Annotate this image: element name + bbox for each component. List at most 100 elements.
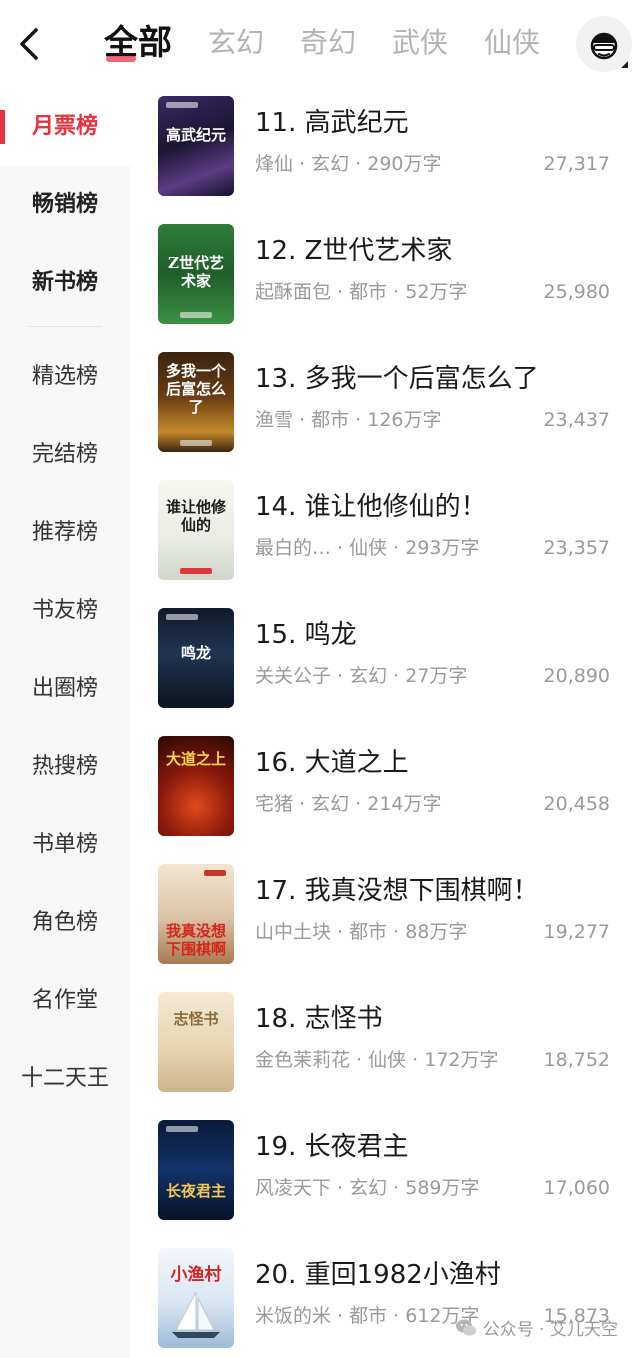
publisher-logo xyxy=(166,1126,198,1132)
sidebar-item-new-books[interactable]: 新书榜 xyxy=(0,244,130,322)
sidebar-item-label: 十二天王 xyxy=(20,1066,109,1091)
tab-wuxia[interactable]: 武侠 xyxy=(392,18,448,68)
book-meta: 烽仙 · 玄幻 · 290万字 xyxy=(255,153,442,175)
book-title[interactable]: 12. Z世代艺术家 xyxy=(255,234,452,268)
sidebar-divider xyxy=(28,326,102,327)
tab-all[interactable]: 全部 xyxy=(104,18,172,68)
sidebar-item-label: 出圈榜 xyxy=(31,676,98,701)
book-row[interactable]: 我真没想下围棋啊 17. 我真没想下围棋啊！ 山中土块 · 都市 · 88万字 … xyxy=(130,860,640,988)
cover-title: 鸣龙 xyxy=(180,644,211,662)
book-row[interactable]: 大道之上 16. 大道之上 宅猪 · 玄幻 · 214万字 20,458 xyxy=(130,732,640,860)
publisher-logo xyxy=(180,568,212,574)
monthly-ticket-count: 27,317 xyxy=(543,153,610,175)
monthly-ticket-count: 23,437 xyxy=(543,409,610,431)
sidebar-item-label: 精选榜 xyxy=(31,364,98,389)
tab-qihuan[interactable]: 奇幻 xyxy=(300,18,356,68)
book-cover[interactable]: 鸣龙 xyxy=(158,608,234,708)
book-cover[interactable]: 大道之上 xyxy=(158,736,234,836)
user-avatar-button[interactable] xyxy=(576,16,632,72)
book-ranking-list: 高武纪元 11. 高武纪元 烽仙 · 玄幻 · 290万字 27,317 Z世代… xyxy=(130,88,640,1358)
cover-title: 长夜君主 xyxy=(165,1182,226,1200)
book-meta: 风凌天下 · 玄幻 · 589万字 xyxy=(255,1177,480,1199)
sidebar-item-label: 畅销榜 xyxy=(31,192,98,217)
book-row[interactable]: 多我一个后富怎么了 13. 多我一个后富怎么了 渔雪 · 都市 · 126万字 … xyxy=(130,348,640,476)
cover-title: 我真没想下围棋啊 xyxy=(165,922,226,958)
book-meta: 米饭的米 · 都市 · 612万字 xyxy=(255,1305,480,1327)
book-cover[interactable]: 长夜君主 xyxy=(158,1120,234,1220)
book-title[interactable]: 15. 鸣龙 xyxy=(255,618,357,652)
book-title[interactable]: 20. 重回1982小渔村 xyxy=(255,1258,501,1292)
sailboat-illustration xyxy=(172,1291,220,1338)
book-title[interactable]: 19. 长夜君主 xyxy=(255,1130,409,1164)
sidebar-item-characters[interactable]: 角色榜 xyxy=(0,884,130,962)
book-cover[interactable]: 我真没想下围棋啊 xyxy=(158,864,234,964)
user-avatar-icon xyxy=(590,32,618,60)
sidebar-item-recommended[interactable]: 推荐榜 xyxy=(0,494,130,572)
book-meta: 宅猪 · 玄幻 · 214万字 xyxy=(255,793,442,815)
book-row[interactable]: 高武纪元 11. 高武纪元 烽仙 · 玄幻 · 290万字 27,317 xyxy=(130,92,640,220)
monthly-ticket-count: 17,060 xyxy=(543,1177,610,1199)
sidebar-item-breakout[interactable]: 出圈榜 xyxy=(0,650,130,728)
watermark-text: 公众号 · 艾儿天空 xyxy=(482,1320,618,1340)
sidebar-item-reader-friends[interactable]: 书友榜 xyxy=(0,572,130,650)
book-title[interactable]: 17. 我真没想下围棋啊！ xyxy=(255,874,539,908)
book-cover[interactable]: 小渔村 xyxy=(158,1248,234,1348)
avatar-corner-mark xyxy=(621,54,628,68)
book-cover[interactable]: 多我一个后富怎么了 xyxy=(158,352,234,452)
book-meta: 最白的… · 仙侠 · 293万字 xyxy=(255,537,480,559)
book-title[interactable]: 11. 高武纪元 xyxy=(255,106,409,140)
book-title[interactable]: 14. 谁让他修仙的！ xyxy=(255,490,487,524)
cover-title: 多我一个后富怎么了 xyxy=(165,362,226,416)
sidebar-item-bestseller[interactable]: 畅销榜 xyxy=(0,166,130,244)
ranking-sidebar: 月票榜 畅销榜 新书榜 精选榜 完结榜 推荐榜 书友榜 出圈榜 热搜榜 书单榜 … xyxy=(0,88,130,1358)
book-row[interactable]: Z世代艺术家 12. Z世代艺术家 起酥面包 · 都市 · 52万字 25,98… xyxy=(130,220,640,348)
publisher-logo xyxy=(204,870,226,876)
book-meta: 山中土块 · 都市 · 88万字 xyxy=(255,921,468,943)
sidebar-item-booklist[interactable]: 书单榜 xyxy=(0,806,130,884)
monthly-ticket-count: 19,277 xyxy=(543,921,610,943)
cover-title: Z世代艺术家 xyxy=(168,254,224,290)
top-header: 全部 玄幻 奇幻 武侠 仙侠 xyxy=(0,0,640,88)
sidebar-item-label: 名作堂 xyxy=(31,988,98,1013)
sidebar-item-hot-search[interactable]: 热搜榜 xyxy=(0,728,130,806)
book-cover[interactable]: Z世代艺术家 xyxy=(158,224,234,324)
tab-label: 仙侠 xyxy=(484,26,541,59)
book-row[interactable]: 志怪书 18. 志怪书 金色茉莉花 · 仙侠 · 172万字 18,752 xyxy=(130,988,640,1116)
book-row[interactable]: 谁让他修仙的 14. 谁让他修仙的！ 最白的… · 仙侠 · 293万字 23,… xyxy=(130,476,640,604)
tab-xianxia[interactable]: 仙侠 xyxy=(484,18,540,68)
book-cover[interactable]: 志怪书 xyxy=(158,992,234,1092)
book-meta: 起酥面包 · 都市 · 52万字 xyxy=(255,281,468,303)
back-button[interactable] xyxy=(12,24,48,64)
sidebar-item-label: 月票榜 xyxy=(31,114,98,139)
watermark: 公众号 · 艾儿天空 xyxy=(455,1315,618,1340)
sidebar-item-label: 新书榜 xyxy=(31,270,98,295)
book-cover[interactable]: 谁让他修仙的 xyxy=(158,480,234,580)
book-title[interactable]: 18. 志怪书 xyxy=(255,1002,383,1036)
book-title[interactable]: 16. 大道之上 xyxy=(255,746,409,780)
sidebar-item-hall-of-fame[interactable]: 名作堂 xyxy=(0,962,130,1040)
sidebar-item-label: 推荐榜 xyxy=(31,520,98,545)
tab-xuanhuan[interactable]: 玄幻 xyxy=(208,18,264,68)
book-row[interactable]: 小渔村 20. 重回1982小渔村 米饭的米 · 都市 · 612万字 15,8… xyxy=(130,1244,640,1358)
sidebar-item-featured[interactable]: 精选榜 xyxy=(0,338,130,416)
category-tabs: 全部 玄幻 奇幻 武侠 仙侠 xyxy=(104,18,576,68)
book-cover[interactable]: 高武纪元 xyxy=(158,96,234,196)
publisher-logo xyxy=(166,614,198,620)
publisher-logo xyxy=(180,312,212,318)
chevron-left-icon xyxy=(20,28,38,60)
tab-label: 武侠 xyxy=(392,26,449,59)
cover-title: 志怪书 xyxy=(173,1010,219,1028)
monthly-ticket-count: 20,890 xyxy=(543,665,610,687)
sidebar-item-completed[interactable]: 完结榜 xyxy=(0,416,130,494)
sidebar-item-monthly-ticket[interactable]: 月票榜 xyxy=(0,88,130,166)
book-meta: 关关公子 · 玄幻 · 27万字 xyxy=(255,665,468,687)
wechat-icon xyxy=(455,1319,476,1336)
book-row[interactable]: 长夜君主 19. 长夜君主 风凌天下 · 玄幻 · 589万字 17,060 xyxy=(130,1116,640,1244)
monthly-ticket-count: 25,980 xyxy=(543,281,610,303)
sidebar-item-label: 角色榜 xyxy=(31,910,98,935)
sidebar-item-label: 完结榜 xyxy=(31,442,98,467)
sidebar-item-twelve-kings[interactable]: 十二天王 xyxy=(0,1040,130,1118)
book-meta: 渔雪 · 都市 · 126万字 xyxy=(255,409,442,431)
book-row[interactable]: 鸣龙 15. 鸣龙 关关公子 · 玄幻 · 27万字 20,890 xyxy=(130,604,640,732)
book-title[interactable]: 13. 多我一个后富怎么了 xyxy=(255,362,539,396)
